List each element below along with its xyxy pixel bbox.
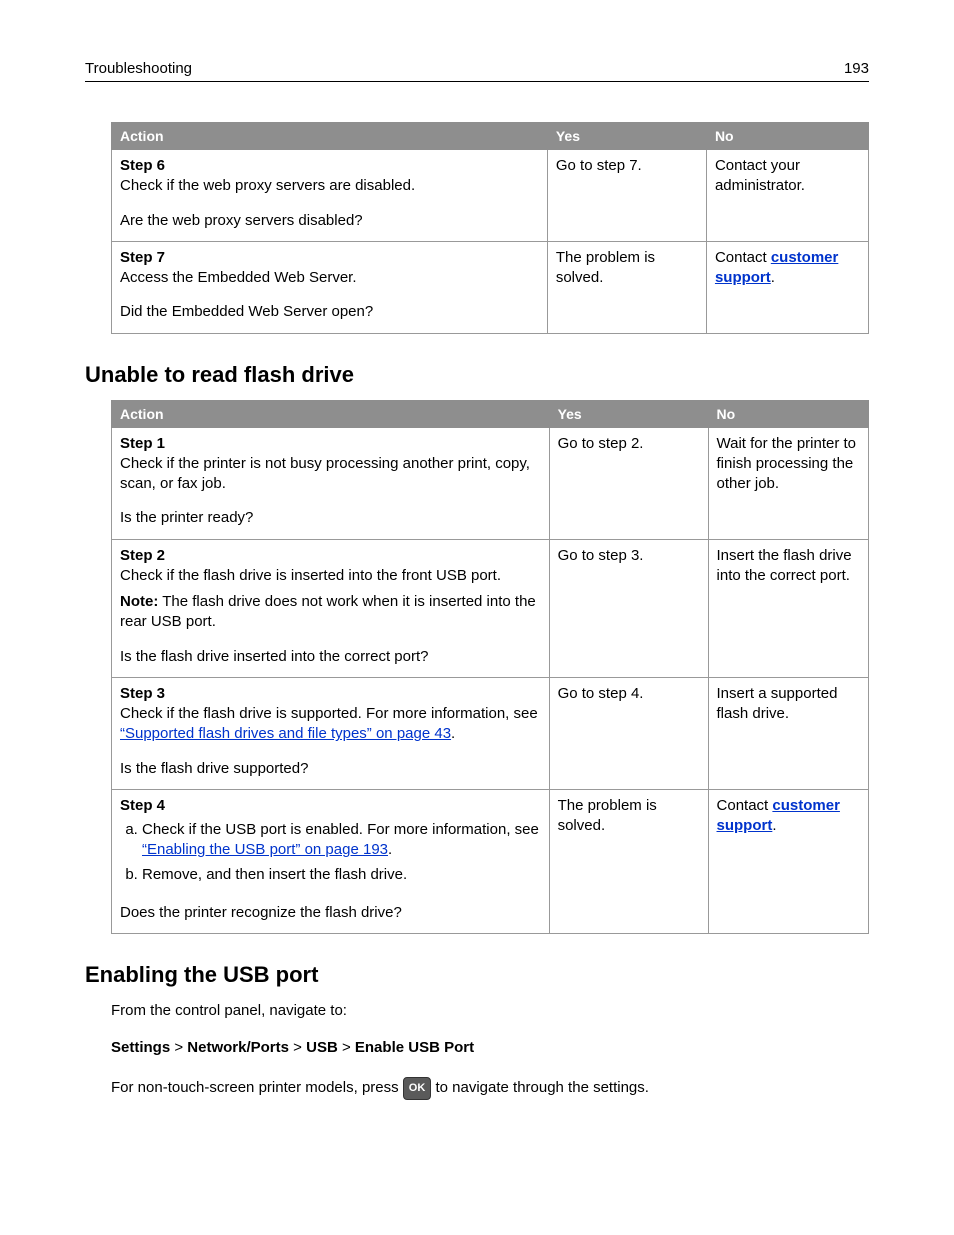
no-cell: Insert a supported flash drive. (708, 677, 868, 789)
step-label: Step 6 (120, 156, 539, 176)
yes-cell: Go to step 2. (549, 427, 708, 539)
step-text: Check if the printer is not busy process… (120, 454, 541, 495)
ok-button-icon: OK (403, 1077, 432, 1100)
step-question: Is the printer ready? (120, 508, 541, 528)
step-text: Check if the flash drive is inserted int… (120, 566, 541, 586)
heading-usb-port: Enabling the USB port (85, 962, 869, 988)
col-action-header: Action (112, 400, 550, 427)
step-label: Step 3 (120, 684, 541, 704)
note: Note: The flash drive does not work when… (120, 592, 541, 633)
table-row: Step 7 Access the Embedded Web Server. D… (112, 241, 869, 333)
step-question: Is the flash drive supported? (120, 759, 541, 779)
usb-intro: From the control panel, navigate to: (111, 1000, 869, 1023)
enabling-usb-link[interactable]: “Enabling the USB port” on page 193 (142, 841, 388, 858)
substep-a: Check if the USB port is enabled. For mo… (142, 820, 541, 861)
section-title: Troubleshooting (85, 60, 192, 77)
table-row: Step 4 Check if the USB port is enabled.… (112, 789, 869, 933)
step-label: Step 1 (120, 434, 541, 454)
usb-instruction: For non-touch-screen printer models, pre… (111, 1077, 869, 1100)
usb-section: From the control panel, navigate to: Set… (111, 1000, 869, 1100)
step-label: Step 4 (120, 796, 541, 816)
troubleshooting-table-1: Action Yes No Step 6 Check if the web pr… (111, 122, 869, 334)
step-question: Does the printer recognize the flash dri… (120, 903, 541, 923)
yes-cell: Go to step 7. (547, 150, 706, 242)
no-cell: Contact customer support. (708, 789, 868, 933)
table-row: Step 3 Check if the flash drive is suppo… (112, 677, 869, 789)
step-text: Access the Embedded Web Server. (120, 268, 539, 288)
heading-flash-drive: Unable to read flash drive (85, 362, 869, 388)
step-question: Are the web proxy servers disabled? (120, 211, 539, 231)
yes-cell: The problem is solved. (547, 241, 706, 333)
no-cell: Contact your administrator. (706, 150, 868, 242)
page-header: Troubleshooting 193 (85, 60, 869, 82)
col-yes-header: Yes (547, 123, 706, 150)
yes-cell: Go to step 4. (549, 677, 708, 789)
col-yes-header: Yes (549, 400, 708, 427)
step-label: Step 7 (120, 248, 539, 268)
page-number: 193 (844, 60, 869, 77)
yes-cell: Go to step 3. (549, 539, 708, 677)
table-row: Step 6 Check if the web proxy servers ar… (112, 150, 869, 242)
yes-cell: The problem is solved. (549, 789, 708, 933)
col-action-header: Action (112, 123, 548, 150)
step-question: Did the Embedded Web Server open? (120, 302, 539, 322)
step-text: Check if the web proxy servers are disab… (120, 176, 539, 196)
col-no-header: No (708, 400, 868, 427)
supported-flash-link[interactable]: “Supported flash drives and file types” … (120, 725, 451, 742)
page: Troubleshooting 193 Action Yes No Step 6… (0, 0, 954, 1235)
substep-b: Remove, and then insert the flash drive. (142, 865, 541, 885)
nav-path: Settings > Network/Ports > USB > Enable … (111, 1037, 869, 1060)
table-row: Step 2 Check if the flash drive is inser… (112, 539, 869, 677)
no-cell: Insert the flash drive into the correct … (708, 539, 868, 677)
step-text: Check if the flash drive is supported. F… (120, 704, 541, 745)
step-question: Is the flash drive inserted into the cor… (120, 647, 541, 667)
no-cell: Wait for the printer to finish processin… (708, 427, 868, 539)
troubleshooting-table-2: Action Yes No Step 1 Check if the printe… (111, 400, 869, 935)
col-no-header: No (706, 123, 868, 150)
no-cell: Contact customer support. (706, 241, 868, 333)
sub-steps: Check if the USB port is enabled. For mo… (120, 820, 541, 885)
step-label: Step 2 (120, 546, 541, 566)
table-row: Step 1 Check if the printer is not busy … (112, 427, 869, 539)
